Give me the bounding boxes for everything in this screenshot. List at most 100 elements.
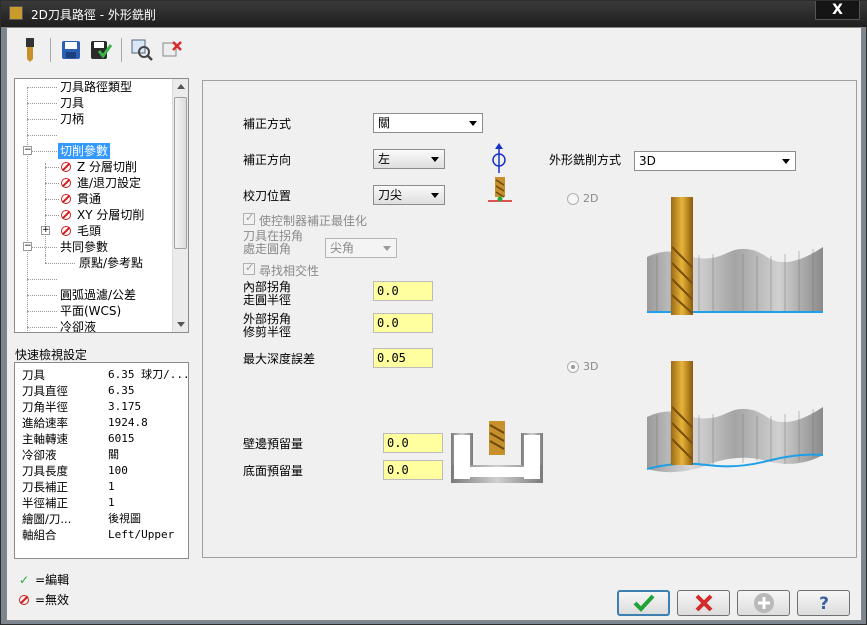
comp-type-select[interactable]: 關 [373, 113, 483, 133]
tree-item-multi-passes[interactable]: XY 分層切削 [61, 207, 144, 223]
close-button[interactable]: X [815, 1, 860, 20]
comp-dir-label: 補正方向 [243, 153, 292, 167]
roll-corners-label: 刀具在拐角 處走圓角 [243, 230, 303, 256]
quickview-value: 100 [108, 464, 128, 477]
radio-2d[interactable] [567, 193, 579, 205]
tree-connector [27, 87, 28, 332]
tree-connector [32, 151, 57, 152]
tree-item-coolant[interactable]: 冷卻液 [60, 319, 96, 332]
chevron-down-icon [431, 193, 439, 198]
quickview-value: Left/Upper [108, 528, 175, 541]
roll-corners-label-line: 處走圓角 [243, 242, 292, 256]
tree-connector [45, 255, 46, 263]
radio-3d[interactable] [567, 361, 579, 373]
help-button[interactable]: ? [797, 590, 850, 616]
check-icon [633, 594, 654, 612]
quickview-key: 刀長補正 [22, 480, 68, 494]
delete-icon[interactable] [159, 37, 185, 63]
quickview-key: 主軸轉速 [22, 432, 68, 446]
tree-item-lead-in-out[interactable]: 進/退刀設定 [61, 175, 141, 191]
tree-item-label: 進/退刀設定 [77, 176, 142, 190]
quickview-value: 1924.8 [108, 416, 148, 429]
inner-corner-input[interactable]: 0.0 [373, 281, 433, 301]
scroll-up-icon[interactable] [177, 84, 185, 89]
invalid-icon [19, 595, 29, 605]
tool-icon[interactable] [17, 37, 43, 63]
optimize-checkbox[interactable] [243, 211, 255, 225]
contour-type-select[interactable]: 3D [634, 151, 796, 171]
tip-comp-value: 刀尖 [378, 188, 403, 202]
quickview-key: 軸組合 [22, 528, 57, 542]
infinite-look-label: 尋找相交性 [259, 264, 320, 278]
legend-edited: ✓ =編輯 [19, 571, 69, 588]
quickview-key: 刀具長度 [22, 464, 68, 478]
collapse-toggle[interactable]: − [23, 242, 32, 251]
save-green-icon[interactable] [88, 37, 114, 63]
preview-2d-image [647, 197, 823, 322]
infinite-look-checkbox[interactable] [243, 261, 255, 275]
tree-item-home-ref[interactable]: 原點/參考點 [79, 255, 143, 271]
stock-diagram [451, 421, 543, 486]
tree-item-cut-params[interactable]: 切削參數 [58, 143, 111, 159]
tree-connector [45, 167, 59, 168]
legend-label: =編輯 [35, 573, 70, 587]
collapse-toggle[interactable]: − [23, 146, 32, 155]
plus-icon [753, 593, 774, 613]
ok-button[interactable] [617, 590, 670, 616]
invalid-icon [61, 162, 71, 172]
outer-corner-input[interactable]: 0.0 [373, 313, 433, 333]
comp-type-value: 關 [378, 116, 391, 130]
comp-type-label: 補正方式 [243, 117, 292, 131]
tree-connector [45, 263, 75, 264]
tip-comp-select[interactable]: 刀尖 [373, 185, 445, 205]
dialog-client: 刀具路徑類型 刀具 刀柄 − 切削參數 Z 分層切削 進/退刀設定 貫通 XY … [6, 27, 862, 621]
scroll-thumb[interactable] [174, 97, 187, 249]
parameter-tree[interactable]: 刀具路徑類型 刀具 刀柄 − 切削參數 Z 分層切削 進/退刀設定 貫通 XY … [14, 78, 189, 333]
scroll-down-icon[interactable] [177, 322, 185, 327]
tree-item-arc-filter[interactable]: 圓弧過濾/公差 [60, 287, 136, 303]
contour-type-label: 外形銑削方式 [549, 153, 622, 167]
tree-connector [45, 215, 59, 216]
tree-item-holder[interactable]: 刀柄 [60, 111, 84, 127]
tip-comp-label: 校刀位置 [243, 189, 292, 203]
quickview-key: 半徑補正 [22, 496, 68, 510]
tree-item-linking-params[interactable]: 共同參數 [60, 239, 108, 255]
tree-connector [45, 163, 46, 263]
check-icon: ✓ [19, 573, 30, 587]
wall-stock-input[interactable]: 0.0 [383, 433, 443, 453]
roll-corners-select[interactable]: 尖角 [325, 238, 397, 258]
tree-connector [32, 247, 57, 248]
cut-params-panel: 補正方式 關 補正方向 左 校刀位置 刀尖 使控制器補正最佳化 刀具在拐角處走圓… [202, 80, 857, 558]
cancel-button[interactable] [677, 590, 730, 616]
tree-item-tabs[interactable]: 毛頭 [61, 223, 101, 239]
roll-corners-value: 尖角 [330, 241, 355, 255]
expand-toggle[interactable]: + [41, 226, 50, 235]
comp-dir-select[interactable]: 左 [373, 149, 445, 169]
quickview-key: 進給速率 [22, 416, 68, 430]
floor-stock-input[interactable]: 0.0 [383, 460, 443, 480]
invalid-icon [61, 178, 71, 188]
quickview-value: 6.35 球刀/... [108, 368, 190, 381]
tree-item-tool[interactable]: 刀具 [60, 95, 84, 111]
chevron-down-icon [431, 157, 439, 162]
tree-item-depth-cuts[interactable]: Z 分層切削 [61, 159, 137, 175]
tree-connector [27, 327, 57, 328]
tree-item-toolpath-type[interactable]: 刀具路徑類型 [60, 79, 132, 95]
x-icon [695, 594, 712, 612]
tree-item-break-through[interactable]: 貫通 [61, 191, 101, 207]
tree-scrollbar[interactable] [172, 79, 188, 332]
title-bar[interactable]: 2D刀具路徑 - 外形銑削 X [1, 1, 867, 27]
tree-item-plane-wcs[interactable]: 平面(WCS) [60, 303, 121, 319]
max-depth-input[interactable]: 0.05 [373, 348, 433, 368]
view-icon[interactable] [129, 37, 155, 63]
dialog-window: 2D刀具路徑 - 外形銑削 X 刀具路徑類型 刀具 刀柄 − 切削參數 Z 分層… [0, 0, 867, 625]
toolbar [17, 36, 185, 64]
quickview-key: 刀具直徑 [22, 384, 68, 398]
tree-connector [27, 119, 57, 120]
tree-connector [27, 279, 57, 280]
max-depth-label: 最大深度誤差 [243, 352, 316, 366]
tree-item-label: XY 分層切削 [77, 208, 145, 222]
inner-corner-label-line: 走圓半徑 [243, 293, 292, 307]
add-button[interactable] [737, 590, 790, 616]
save-icon[interactable] [58, 37, 84, 63]
